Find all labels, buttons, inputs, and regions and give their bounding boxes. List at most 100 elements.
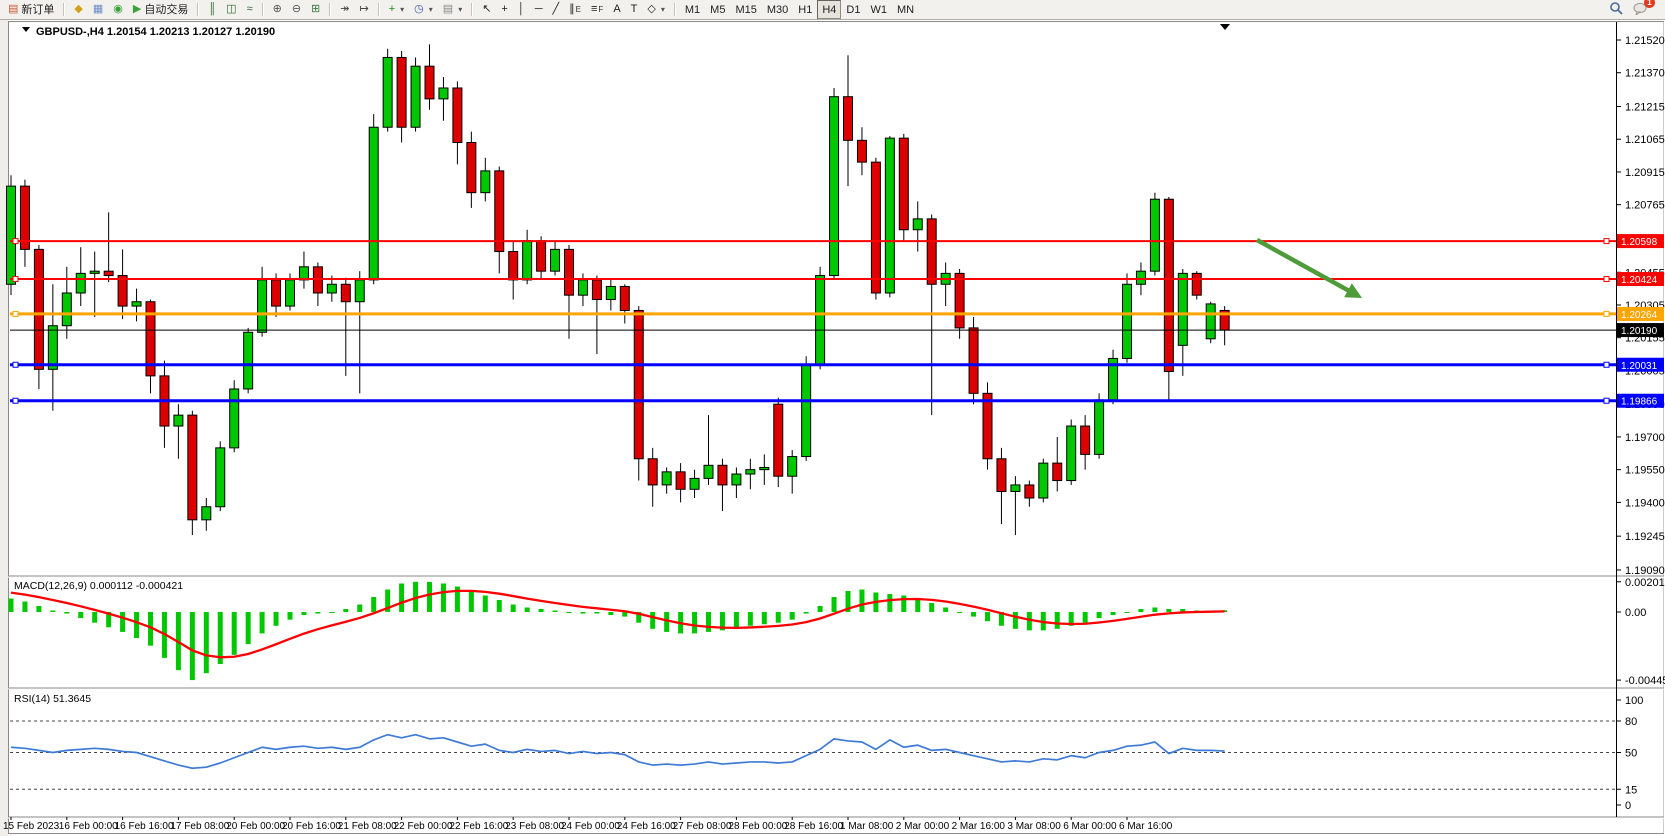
search-icon[interactable] bbox=[1609, 1, 1623, 18]
date-label: 23 Feb 08:00 bbox=[505, 821, 564, 832]
svg-text:1.20765: 1.20765 bbox=[1625, 200, 1665, 212]
date-label: 28 Feb 00:00 bbox=[728, 821, 787, 832]
tf-w1-button-label: W1 bbox=[870, 3, 887, 17]
line-mode-button[interactable]: ≈ bbox=[242, 0, 258, 19]
autotrading-button[interactable]: ▶自动交易 bbox=[128, 0, 193, 19]
tf-m1-button-label: M1 bbox=[685, 3, 700, 17]
toolbar-group: ◆ ▦ ◉ ▶自动交易 bbox=[69, 0, 193, 19]
date-label: 16 Feb 00:00 bbox=[59, 821, 118, 832]
crosshair-tool-button[interactable]: + bbox=[496, 0, 512, 19]
text-tool-button[interactable]: A bbox=[608, 0, 625, 19]
tile-windows-icon: ⊞ bbox=[311, 4, 320, 15]
label-tool-icon: T bbox=[631, 4, 638, 15]
symbol-title: GBPUSD-,H4 1.20154 1.20213 1.20127 1.201… bbox=[36, 26, 275, 38]
toolbar-right: 1 bbox=[1609, 1, 1662, 18]
tf-m30-button-label: M30 bbox=[767, 3, 788, 17]
vline-tool-button[interactable]: │ bbox=[513, 0, 530, 19]
date-label: 24 Feb 16:00 bbox=[617, 821, 676, 832]
toolbar-group: ↠↦ bbox=[335, 0, 373, 19]
text-tool-icon: A bbox=[613, 4, 620, 15]
label-tool-button[interactable]: T bbox=[626, 0, 643, 19]
hline-tool-button[interactable]: ─ bbox=[530, 0, 548, 19]
autotrading-icon: ▶ bbox=[133, 4, 141, 15]
channel-tool-button[interactable]: ∥E bbox=[564, 0, 586, 19]
tf-w1-button[interactable]: W1 bbox=[865, 0, 892, 19]
bars-mode-button[interactable]: ║ bbox=[203, 0, 221, 19]
date-label: 15 Feb 2023 bbox=[3, 821, 60, 832]
support-line-1[interactable]: 1.20031 bbox=[10, 358, 1664, 372]
data-window-icon: ▦ bbox=[93, 4, 103, 15]
window-left-edge bbox=[0, 20, 8, 836]
tf-m1-button[interactable]: M1 bbox=[680, 0, 705, 19]
cursor-tool-button[interactable]: ↖ bbox=[477, 0, 496, 19]
market-watch-button[interactable]: ◆ bbox=[69, 0, 87, 19]
svg-text:-0.004451: -0.004451 bbox=[1625, 675, 1665, 687]
zoom-in-icon: ⊕ bbox=[273, 4, 282, 15]
toolbar-separator bbox=[329, 3, 331, 16]
toolbar-separator bbox=[378, 3, 380, 16]
macd-label: MACD(12,26,9) 0.000112 -0.000421 bbox=[14, 580, 183, 592]
zoom-out-button[interactable]: ⊖ bbox=[287, 0, 306, 19]
zoom-in-button[interactable]: ⊕ bbox=[268, 0, 287, 19]
date-label: 21 Feb 08:00 bbox=[338, 821, 397, 832]
tf-d1-button[interactable]: D1 bbox=[841, 0, 865, 19]
svg-text:1.21215: 1.21215 bbox=[1625, 102, 1665, 114]
fibonacci-tool-button[interactable]: ≡F bbox=[586, 0, 608, 19]
new-order-button[interactable]: ▤新订单 bbox=[3, 0, 59, 19]
date-axis: 15 Feb 202316 Feb 00:0016 Feb 16:0017 Fe… bbox=[3, 817, 1173, 832]
svg-text:1.21065: 1.21065 bbox=[1625, 134, 1665, 146]
chart-window: 1.215201.213701.212151.210651.209151.207… bbox=[0, 0, 1665, 836]
bars-mode-icon: ║ bbox=[208, 4, 216, 15]
templates-button[interactable]: ▤▾ bbox=[438, 0, 467, 19]
shift-marker-icon[interactable] bbox=[1220, 24, 1230, 30]
tf-mn-button[interactable]: MN bbox=[892, 0, 919, 19]
candles-mode-icon: ◫ bbox=[226, 4, 236, 15]
date-label: 22 Feb 16:00 bbox=[449, 821, 508, 832]
signals-button[interactable]: ◉ bbox=[108, 0, 128, 19]
svg-text:15: 15 bbox=[1625, 784, 1637, 796]
toolbar-separator bbox=[674, 3, 676, 16]
tile-windows-button[interactable]: ⊞ bbox=[306, 0, 325, 19]
signals-icon: ◉ bbox=[113, 4, 123, 15]
tf-m15-button[interactable]: M15 bbox=[730, 0, 761, 19]
mt4-application: 1.215201.213701.212151.210651.209151.207… bbox=[0, 0, 1665, 836]
date-label: 16 Feb 16:00 bbox=[115, 821, 174, 832]
date-label: 27 Feb 08:00 bbox=[673, 821, 732, 832]
date-label: 22 Feb 00:00 bbox=[394, 821, 453, 832]
svg-text:1.19245: 1.19245 bbox=[1625, 531, 1665, 543]
tf-h1-button[interactable]: H1 bbox=[793, 0, 817, 19]
trend-arrow-annotation[interactable] bbox=[1257, 240, 1362, 298]
tf-h4-button[interactable]: H4 bbox=[817, 0, 841, 19]
periods-button[interactable]: ◷▾ bbox=[409, 0, 438, 19]
support-line-2[interactable]: 1.19866 bbox=[10, 394, 1664, 408]
rsi-line bbox=[11, 735, 1225, 769]
vline-tool-icon: │ bbox=[518, 4, 525, 15]
candles-mode-button[interactable]: ◫ bbox=[221, 0, 241, 19]
date-label: 28 Feb 16:00 bbox=[784, 821, 843, 832]
tf-m15-button-label: M15 bbox=[735, 3, 756, 17]
tf-m30-button[interactable]: M30 bbox=[762, 0, 793, 19]
toolbar-separator bbox=[197, 3, 199, 16]
svg-text:0.00: 0.00 bbox=[1625, 607, 1646, 619]
market-watch-icon: ◆ bbox=[74, 4, 82, 15]
trendline-tool-button[interactable]: ╱ bbox=[548, 0, 565, 19]
cursor-tool-icon: ↖ bbox=[482, 4, 491, 15]
shapes-tool-button[interactable]: ◇▾ bbox=[642, 0, 669, 19]
auto-scroll-button[interactable]: ↠ bbox=[335, 0, 354, 19]
chart-menu-icon[interactable] bbox=[22, 27, 30, 32]
date-label: 20 Feb 16:00 bbox=[282, 821, 341, 832]
data-window-button[interactable]: ▦ bbox=[88, 0, 108, 19]
toolbar-group: ↖ + │ ─ ╱∥E≡F AT ◇▾ bbox=[477, 0, 670, 19]
hline-tool-icon: ─ bbox=[535, 4, 543, 15]
price-tag-label: 1.19866 bbox=[1621, 397, 1658, 408]
new-order-button-label: 新订单 bbox=[21, 3, 54, 17]
date-label: 17 Feb 08:00 bbox=[170, 821, 229, 832]
chart-shift-button[interactable]: ↦ bbox=[354, 0, 373, 19]
autotrading-button-label: 自动交易 bbox=[144, 3, 188, 17]
notifications-icon[interactable]: 1 bbox=[1633, 2, 1648, 18]
date-label: 1 Mar 08:00 bbox=[840, 821, 894, 832]
tf-m5-button[interactable]: M5 bbox=[705, 0, 730, 19]
indicators-button[interactable]: +▾ bbox=[384, 0, 409, 19]
toolbar: ▤新订单 ◆ ▦ ◉ ▶自动交易 ║ ◫ ≈ ⊕ ⊖ ⊞ ↠↦ +▾◷▾▤▾ ↖ + │ ─ ╱∥E≡F AT ◇▾ M… bbox=[0, 0, 1665, 20]
date-label: 24 Feb 00:00 bbox=[561, 821, 620, 832]
